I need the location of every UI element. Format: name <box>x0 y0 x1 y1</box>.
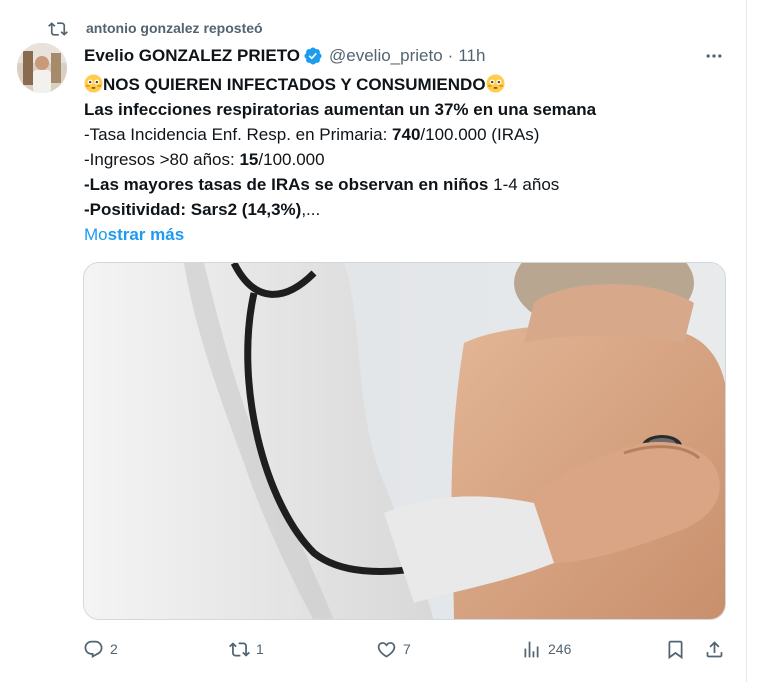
tweet-header: Evelio GONZALEZ PRIETO @evelio_prieto · … <box>84 44 485 68</box>
retweet-icon <box>48 22 68 36</box>
reply-icon <box>84 640 103 658</box>
show-more-bold: strar más <box>107 225 185 244</box>
tweet-line-3-bold: 740 <box>392 125 421 144</box>
tweet-line-3-pre: -Tasa Incidencia Enf. Resp. en Primaria: <box>84 125 393 144</box>
tweet-line-6-post: ,... <box>301 200 321 219</box>
flushed-face-emoji-icon <box>486 74 505 93</box>
bookmark-icon <box>668 640 683 659</box>
tweet-line-6-bold: Positividad: Sars2 (14,3%) <box>89 200 302 219</box>
tweet-text: NOS QUIEREN INFECTADOS Y CONSUMIENDO Las… <box>84 72 734 247</box>
views-icon <box>524 641 539 657</box>
views-button[interactable]: 246 <box>521 636 571 662</box>
tweet-line-4-pre: -Ingresos >80 años: <box>84 150 240 169</box>
avatar-image <box>17 43 67 93</box>
show-more-link[interactable]: Mostrar más <box>84 222 734 247</box>
bookmark-button[interactable] <box>665 636 686 662</box>
tweet-line-6: -Positividad: Sars2 (14,3%),... <box>84 197 734 222</box>
retweet-icon <box>229 641 250 657</box>
tweet-line-5: -Las mayores tasas de IRAs se observan e… <box>84 172 734 197</box>
tweet-line-4-bold: 15 <box>239 150 259 169</box>
tweet-line-3-post: /100.000 (IRAs) <box>420 125 540 144</box>
retweet-button[interactable]: 1 <box>229 636 264 662</box>
heart-icon <box>377 641 396 658</box>
reply-count: 2 <box>110 641 118 657</box>
tweet-media-image[interactable] <box>83 262 726 620</box>
doctor-stethoscope-photo <box>84 263 725 619</box>
avatar[interactable] <box>17 43 67 93</box>
more-options-button[interactable] <box>702 44 726 68</box>
tweet-line-3: -Tasa Incidencia Enf. Resp. en Primaria:… <box>84 122 734 147</box>
tweet-line-1: NOS QUIEREN INFECTADOS Y CONSUMIENDO <box>84 72 734 97</box>
more-dots-icon <box>706 54 722 58</box>
separator-dot: · <box>447 46 454 65</box>
tweet-line-5-post: 1-4 años <box>488 175 560 194</box>
like-button[interactable]: 7 <box>376 636 411 662</box>
tweet-line-4-post: /100.000 <box>258 150 325 169</box>
like-count: 7 <box>403 641 411 657</box>
tweet-time[interactable]: 11h <box>458 46 485 66</box>
tweet-line-1-text: NOS QUIEREN INFECTADOS Y CONSUMIENDO <box>103 75 486 94</box>
timeline-border <box>746 0 747 682</box>
share-button[interactable] <box>704 636 725 662</box>
reply-button[interactable]: 2 <box>83 636 118 662</box>
tweet-line-4: -Ingresos >80 años: 15/100.000 <box>84 147 734 172</box>
share-icon <box>706 640 723 657</box>
views-count: 246 <box>548 641 572 657</box>
repost-text[interactable]: antonio gonzalez reposteó <box>86 20 263 36</box>
show-more-pre: Mo <box>84 225 108 244</box>
tweet-line-5-bold: -Las mayores tasas de IRAs se observan e… <box>84 175 489 194</box>
author-name[interactable]: Evelio GONZALEZ PRIETO <box>84 46 300 66</box>
flushed-face-emoji-icon <box>84 74 103 93</box>
author-handle[interactable]: @evelio_prieto <box>329 46 443 66</box>
verified-badge-icon <box>304 47 322 65</box>
tweet-line-2: Las infecciones respiratorias aumentan u… <box>84 100 597 119</box>
retweet-count: 1 <box>256 641 264 657</box>
